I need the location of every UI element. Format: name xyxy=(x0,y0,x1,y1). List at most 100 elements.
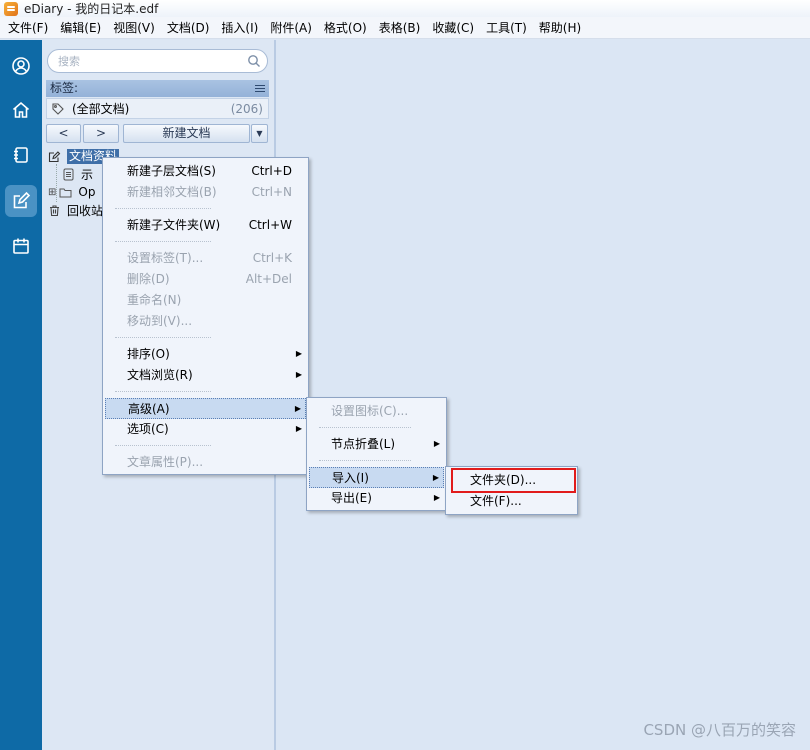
calendar-icon[interactable] xyxy=(5,230,37,262)
new-document-dropdown[interactable]: ▼ xyxy=(251,124,268,143)
submenu-arrow-icon: ▶ xyxy=(295,370,302,379)
app-logo-icon xyxy=(4,1,18,16)
menu-move-to-label: 移动到(V)... xyxy=(127,314,193,328)
menu-sort[interactable]: 排序(O) ▶ xyxy=(105,344,306,364)
menu-file[interactable]: 文件(F) xyxy=(2,17,54,39)
menu-new-sibling-doc[interactable]: 新建相邻文档(B) Ctrl+N xyxy=(105,182,306,202)
chevron-down-icon: ▼ xyxy=(256,129,263,138)
doc-toolbar: < > 新建文档 ▼ xyxy=(46,124,269,143)
menu-separator xyxy=(319,460,411,461)
submenu-arrow-icon: ▶ xyxy=(295,349,302,358)
menu-export-label: 导出(E) xyxy=(331,491,372,505)
home-icon[interactable] xyxy=(5,94,37,126)
menu-document[interactable]: 文档(D) xyxy=(161,17,216,39)
menu-options[interactable]: 选项(C) ▶ xyxy=(105,419,306,439)
submenu-arrow-icon: ▶ xyxy=(294,404,301,413)
menu-node-fold[interactable]: 节点折叠(L) ▶ xyxy=(309,434,444,454)
list-menu-icon[interactable] xyxy=(255,84,265,93)
user-icon[interactable] xyxy=(5,50,37,82)
menu-tools[interactable]: 工具(T) xyxy=(480,17,533,39)
tags-header: 标签: xyxy=(46,80,269,97)
left-nav xyxy=(0,40,42,750)
menu-doc-browse[interactable]: 文档浏览(R) ▶ xyxy=(105,365,306,385)
expand-icon[interactable]: ⊞ xyxy=(48,187,56,198)
tree-item-recycle-label: 回收站 xyxy=(67,203,104,218)
menu-set-tags[interactable]: 设置标签(T)... Ctrl+K xyxy=(105,248,306,268)
menu-new-sibling-doc-label: 新建相邻文档(B) xyxy=(127,185,217,199)
all-docs-label: (全部文档) xyxy=(72,102,130,116)
title-bar: eDiary - 我的日记本.edf xyxy=(0,0,810,17)
trash-icon xyxy=(50,204,59,216)
shortcut: Ctrl+W xyxy=(248,218,292,232)
context-menu: 新建子层文档(S) Ctrl+D 新建相邻文档(B) Ctrl+N 新建子文件夹… xyxy=(102,157,309,475)
prev-button[interactable]: < xyxy=(46,124,81,143)
menu-move-to[interactable]: 移动到(V)... xyxy=(105,311,306,331)
next-button[interactable]: > xyxy=(83,124,119,143)
search-input[interactable] xyxy=(58,53,238,69)
menu-edit[interactable]: 编辑(E) xyxy=(54,17,107,39)
menu-properties[interactable]: 文章属性(P)... xyxy=(105,452,306,472)
shortcut: Ctrl+N xyxy=(251,185,292,199)
menu-set-icon[interactable]: 设置图标(C)... xyxy=(309,401,444,421)
submenu-arrow-icon: ▶ xyxy=(433,439,440,448)
menu-import-file-label: 文件(F)... xyxy=(470,494,522,508)
tree-item-child2-label: Op xyxy=(78,185,96,199)
tags-label: 标签: xyxy=(50,81,79,95)
menu-import-file[interactable]: 文件(F)... xyxy=(448,491,575,511)
menu-view[interactable]: 视图(V) xyxy=(107,17,161,39)
menu-attachment[interactable]: 附件(A) xyxy=(264,17,318,39)
notebook-icon[interactable] xyxy=(5,139,37,171)
menu-import-label: 导入(I) xyxy=(332,471,369,485)
menu-favorites[interactable]: 收藏(C) xyxy=(426,17,480,39)
tree-item-child1[interactable]: 示 xyxy=(62,165,93,183)
menu-table[interactable]: 表格(B) xyxy=(373,17,427,39)
all-docs-tag[interactable]: (全部文档) (206) xyxy=(46,98,269,119)
menu-sort-label: 排序(O) xyxy=(127,347,170,361)
submenu-arrow-icon: ▶ xyxy=(432,473,439,482)
menu-separator xyxy=(115,337,211,338)
menu-node-fold-label: 节点折叠(L) xyxy=(331,437,396,451)
document-icon xyxy=(63,168,74,180)
menu-advanced-label: 高级(A) xyxy=(128,402,170,416)
search-box xyxy=(47,49,268,73)
menu-doc-browse-label: 文档浏览(R) xyxy=(127,368,193,382)
menu-rename[interactable]: 重命名(N) xyxy=(105,290,306,310)
menu-help[interactable]: 帮助(H) xyxy=(533,17,587,39)
menu-format[interactable]: 格式(O) xyxy=(318,17,373,39)
menu-delete[interactable]: 删除(D) Alt+Del xyxy=(105,269,306,289)
menu-import[interactable]: 导入(I) ▶ xyxy=(309,467,444,488)
shortcut: Alt+Del xyxy=(245,272,292,286)
all-docs-count: (206) xyxy=(230,101,263,116)
menu-separator xyxy=(115,391,211,392)
menu-export[interactable]: 导出(E) ▶ xyxy=(309,488,444,508)
new-document-button[interactable]: 新建文档 xyxy=(123,124,250,143)
menu-separator xyxy=(115,208,211,209)
menu-separator xyxy=(319,427,411,428)
edit-icon xyxy=(48,150,61,162)
folder-icon xyxy=(59,188,72,197)
menu-new-child-doc[interactable]: 新建子层文档(S) Ctrl+D xyxy=(105,161,306,181)
menu-options-label: 选项(C) xyxy=(127,422,169,436)
advanced-submenu: 设置图标(C)... 节点折叠(L) ▶ 导入(I) ▶ 导出(E) ▶ xyxy=(306,397,447,511)
submenu-arrow-icon: ▶ xyxy=(295,424,302,433)
tag-icon xyxy=(52,102,64,115)
shortcut: Ctrl+K xyxy=(252,251,292,265)
menu-delete-label: 删除(D) xyxy=(127,272,170,286)
shortcut: Ctrl+D xyxy=(251,164,292,178)
menu-separator xyxy=(115,445,211,446)
menu-set-tags-label: 设置标签(T)... xyxy=(127,251,204,265)
submenu-arrow-icon: ▶ xyxy=(433,493,440,502)
menu-properties-label: 文章属性(P)... xyxy=(127,455,204,469)
menu-new-child-folder-label: 新建子文件夹(W) xyxy=(127,218,221,232)
menu-insert[interactable]: 插入(I) xyxy=(215,17,264,39)
tree-item-child2[interactable]: ⊞ Op xyxy=(48,183,95,201)
menu-separator xyxy=(115,241,211,242)
tree-item-recycle[interactable]: 回收站 xyxy=(48,201,103,219)
menu-new-child-folder[interactable]: 新建子文件夹(W) Ctrl+W xyxy=(105,215,306,235)
window-title: eDiary - 我的日记本.edf xyxy=(24,2,159,16)
search-icon[interactable] xyxy=(247,54,261,68)
menu-set-icon-label: 设置图标(C)... xyxy=(331,404,409,418)
menu-advanced[interactable]: 高级(A) ▶ xyxy=(105,398,306,419)
highlight-box xyxy=(451,468,576,493)
edit-icon[interactable] xyxy=(5,185,37,217)
